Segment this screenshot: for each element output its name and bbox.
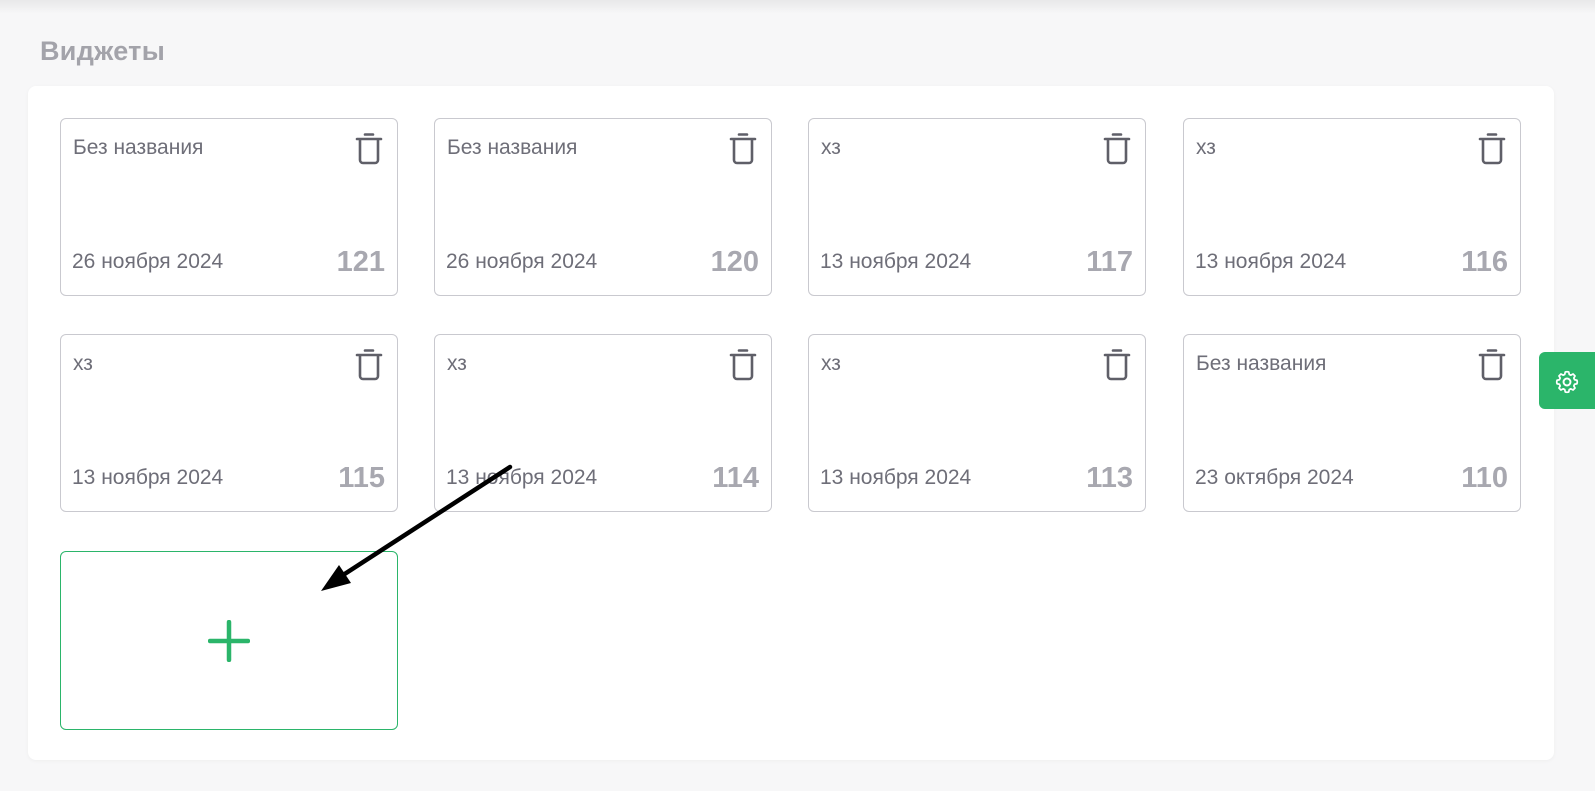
widget-date: 13 ноября 2024: [72, 466, 224, 489]
widget-date: 26 ноября 2024: [446, 250, 598, 273]
widget-card[interactable]: хз 13 ноября 2024 113: [808, 334, 1146, 512]
widget-card[interactable]: Без названия 26 ноября 2024 121: [60, 118, 398, 296]
trash-icon[interactable]: [354, 347, 384, 381]
widget-card[interactable]: хз 13 ноября 2024 114: [434, 334, 772, 512]
page-title: Виджеты: [40, 36, 166, 66]
widget-card[interactable]: Без названия 26 ноября 2024 120: [434, 118, 772, 296]
widget-title: хз: [821, 352, 841, 375]
widget-id: 117: [1086, 246, 1133, 278]
widget-id: 113: [1086, 462, 1133, 494]
widget-card[interactable]: хз 13 ноября 2024 116: [1183, 118, 1521, 296]
widget-date: 13 ноября 2024: [1195, 250, 1347, 273]
widget-title: Без названия: [447, 136, 578, 159]
widget-id: 121: [336, 246, 385, 278]
trash-icon[interactable]: [1102, 347, 1132, 381]
widget-title: хз: [447, 352, 467, 375]
widget-id: 116: [1461, 246, 1508, 278]
widget-date: 26 ноября 2024: [72, 250, 224, 273]
widget-date: 13 ноября 2024: [820, 466, 972, 489]
trash-icon[interactable]: [728, 347, 758, 381]
trash-icon[interactable]: [1102, 131, 1132, 165]
widget-card[interactable]: хз 13 ноября 2024 115: [60, 334, 398, 512]
widget-title: хз: [821, 136, 841, 159]
widget-id: 120: [710, 246, 759, 278]
widget-date: 13 ноября 2024: [446, 466, 598, 489]
add-widget-button[interactable]: [60, 551, 398, 730]
trash-icon[interactable]: [728, 131, 758, 165]
widget-date: 13 ноября 2024: [820, 250, 972, 273]
widget-card[interactable]: Без названия 23 октября 2024 110: [1183, 334, 1521, 512]
trash-icon[interactable]: [354, 131, 384, 165]
widget-card[interactable]: хз 13 ноября 2024 117: [808, 118, 1146, 296]
settings-button[interactable]: [1539, 352, 1595, 409]
widget-id: 110: [1461, 462, 1508, 494]
widget-id: 115: [338, 462, 385, 494]
trash-icon[interactable]: [1477, 347, 1507, 381]
widget-title: хз: [1196, 136, 1216, 159]
gear-icon: [1555, 370, 1579, 394]
widget-id: 114: [712, 462, 759, 494]
trash-icon[interactable]: [1477, 131, 1507, 165]
header-shadow: [0, 0, 1595, 14]
widget-title: хз: [73, 352, 93, 375]
plus-icon: [208, 620, 250, 662]
widget-date: 23 октября 2024: [1195, 466, 1354, 489]
widget-title: Без названия: [73, 136, 204, 159]
widget-title: Без названия: [1196, 352, 1327, 375]
